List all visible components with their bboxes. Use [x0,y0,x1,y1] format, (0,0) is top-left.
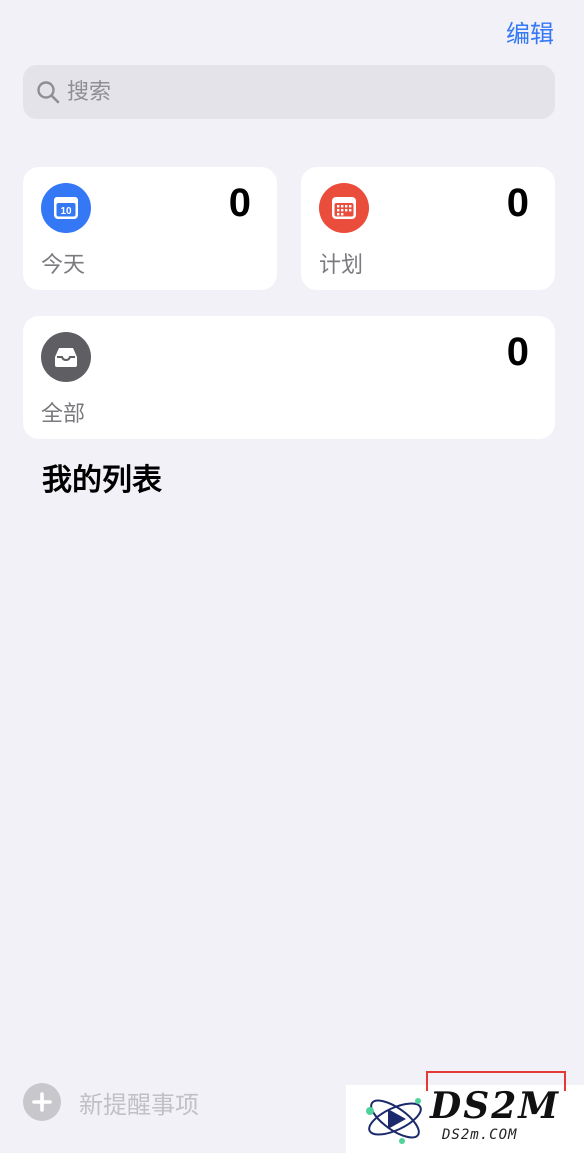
new-reminder-label: 新提醒事项 [79,1090,199,1119]
calendar-today-icon: 10 [41,183,91,233]
watermark-url: DS2m.COM [442,1127,518,1143]
calendar-day-number: 10 [60,206,72,217]
inbox-tray-icon [41,332,91,382]
all-count: 0 [506,330,529,374]
atom-logo-icon [366,1098,422,1144]
search-icon [37,81,60,104]
scheduled-count: 0 [506,181,529,225]
scheduled-label: 计划 [319,253,364,278]
reminders-screen: 编辑 10 0 今天 [0,0,584,1153]
my-lists-heading: 我的列表 [42,463,162,498]
scheduled-card[interactable]: 0 计划 [301,167,555,290]
watermark: DS2M DS2m.COM [346,1071,584,1153]
new-reminder-button[interactable]: 新提醒事项 [23,1083,199,1121]
all-label: 全部 [41,402,86,427]
today-label: 今天 [41,253,86,278]
watermark-brand: DS2M [430,1085,561,1127]
edit-button[interactable]: 编辑 [506,14,554,49]
search-bar[interactable] [23,65,555,119]
calendar-grid-icon [319,183,369,233]
all-card[interactable]: 0 全部 [23,316,555,439]
today-count: 0 [228,181,251,225]
search-input[interactable] [67,79,507,105]
today-card[interactable]: 10 0 今天 [23,167,277,290]
plus-circle-icon [23,1083,61,1121]
